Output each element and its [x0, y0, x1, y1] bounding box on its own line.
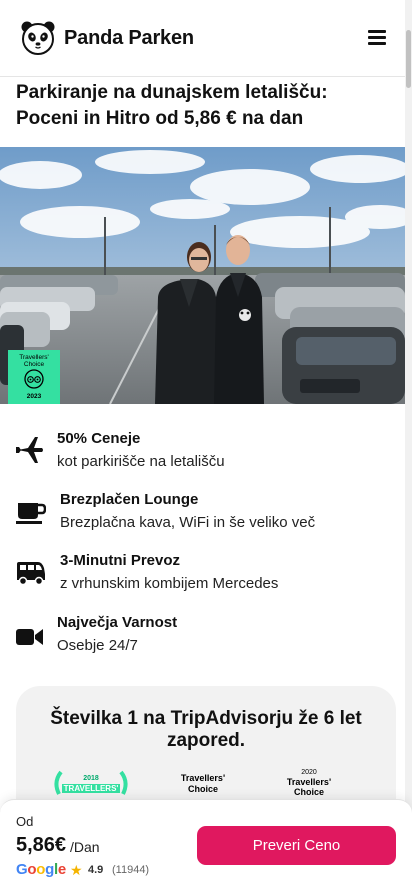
badge-line-2: Choice — [293, 787, 324, 797]
google-logo: Google — [16, 861, 66, 878]
price-from-label: Od — [16, 814, 34, 829]
page: Panda Parken Parkiranje na dunajskem let… — [0, 0, 405, 893]
award-line-2: Choice — [23, 361, 45, 368]
airplane-icon — [16, 437, 43, 463]
travellers-choice-award-badge: Travellers' Choice 2023 — [8, 350, 60, 404]
video-camera-icon — [16, 629, 43, 645]
feature-title: 3-Minutni Prevoz — [60, 552, 181, 569]
badge-line-2: Choice — [187, 784, 218, 794]
sticky-price-bar: Od 5,86€ /Dan Google ★ 4.9 (11944) Preve… — [0, 799, 412, 894]
shuttle-van-icon — [17, 562, 45, 586]
price-value: 5,86€ — [16, 834, 67, 856]
header: Panda Parken — [0, 0, 405, 77]
badge-year: 2020 — [301, 769, 317, 776]
feature-lounge: Brezplačen Lounge Brezplačna kava, WiFi … — [0, 489, 405, 539]
feature-title: Največja Varnost — [57, 614, 178, 631]
award-badge-travellers-choice: Travellers' Choice — [158, 774, 248, 794]
hamburger-menu-icon[interactable] — [368, 30, 386, 46]
feature-security: Največja Varnost Osebje 24/7 — [0, 613, 405, 663]
badge-line-1: Travellers' — [286, 777, 332, 787]
brand-name[interactable]: Panda Parken — [64, 27, 194, 50]
badge-line-1: Travellers' — [180, 773, 226, 783]
scrollbar-thumb[interactable] — [406, 30, 411, 88]
badge-label: TRAVELLERS' — [61, 784, 121, 793]
price-unit: /Dan — [70, 839, 100, 855]
feature-subtitle: Osebje 24/7 — [57, 637, 138, 654]
page-scrollbar[interactable] — [405, 0, 412, 893]
feature-subtitle: Brezplačna kava, WiFi in še veliko več — [60, 514, 316, 531]
award-badge-2020: 2020 Travellers' Choice — [264, 768, 354, 797]
award-year: 2023 — [26, 393, 42, 400]
feature-shuttle: 3-Minutni Prevoz z vrhunskim kombijem Me… — [0, 551, 405, 601]
feature-title: 50% Ceneje — [57, 430, 141, 447]
feature-cheaper: 50% Ceneje kot parkirišče na letališču — [0, 428, 405, 478]
google-rating: 4.9 — [88, 864, 104, 876]
review-count: (11944) — [112, 864, 150, 876]
star-icon: ★ — [70, 862, 83, 878]
page-title-line-1: Parkiranje na dunajskem letališču: — [16, 82, 328, 103]
feature-title: Brezplačen Lounge — [60, 491, 199, 508]
tripadvisor-heading: Številka 1 na TripAdvisorju že 6 let zap… — [16, 708, 396, 752]
award-badge-2018: 2018 TRAVELLERS' — [46, 770, 136, 795]
hero-photo — [0, 147, 405, 404]
page-title-line-2: Poceni in Hitro od 5,86 € na dan — [16, 108, 304, 129]
award-line-1: Travellers' — [19, 354, 49, 361]
page-title: Parkiranje na dunajskem letališču: Pocen… — [16, 78, 396, 132]
coffee-cup-icon — [16, 503, 46, 524]
tripadvisor-heading-line-2: zapored. — [166, 730, 246, 751]
tripadvisor-owl-icon — [24, 369, 44, 389]
tripadvisor-heading-line-1: Številka 1 na TripAdvisorju že 6 let — [50, 708, 362, 729]
feature-subtitle: z vrhunskim kombijem Mercedes — [60, 575, 279, 592]
badge-year: 2018 — [83, 775, 99, 782]
feature-subtitle: kot parkirišče na letališču — [57, 453, 225, 470]
panda-logo-icon[interactable] — [20, 20, 56, 56]
check-price-button[interactable]: Preveri Ceno — [197, 826, 396, 865]
